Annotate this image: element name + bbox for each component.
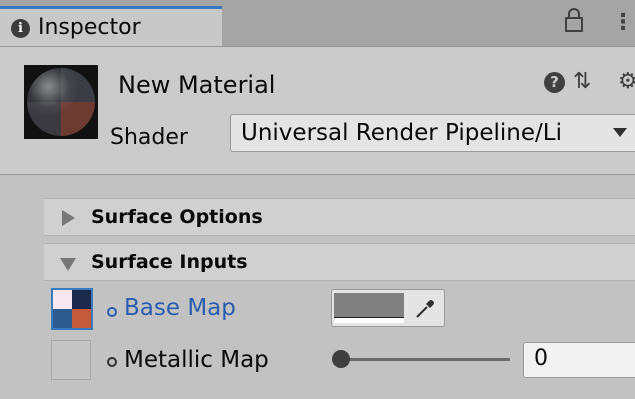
eyedropper-icon[interactable]: [414, 296, 438, 320]
material-preview: [24, 65, 98, 139]
metallic-value: 0: [534, 346, 548, 371]
base-map-label: Base Map: [124, 295, 236, 321]
base-map-row: Base Map: [0, 287, 635, 331]
metallic-slider-thumb[interactable]: [332, 350, 350, 368]
metallic-map-row: Metallic Map 0: [0, 337, 635, 381]
texture-quadrant: [53, 290, 72, 309]
expand-arrow-icon: [62, 210, 75, 226]
chevron-down-icon: [613, 128, 627, 137]
alpha-bar: [334, 317, 404, 323]
texture-quadrant: [72, 309, 91, 328]
info-icon: i: [11, 19, 30, 38]
section-surface-options[interactable]: Surface Options: [44, 198, 635, 236]
shader-dropdown[interactable]: Universal Render Pipeline/Li: [230, 114, 635, 152]
metallic-map-label: Metallic Map: [124, 347, 269, 373]
base-map-texture-slot[interactable]: [51, 288, 93, 330]
section-label: Surface Inputs: [91, 251, 248, 273]
shader-value: Universal Render Pipeline/Li: [241, 120, 562, 146]
object-picker-icon[interactable]: [107, 357, 117, 367]
texture-quadrant: [72, 290, 91, 309]
gear-icon[interactable]: ⚙: [618, 69, 635, 94]
object-picker-icon[interactable]: [107, 307, 117, 317]
tab-inspector[interactable]: i Inspector: [0, 6, 222, 46]
preset-icon[interactable]: ⇅: [573, 69, 591, 94]
metallic-value-field[interactable]: 0: [523, 342, 635, 378]
material-header: New Material ? ⇅ ⚙ Shader Universal Rend…: [0, 47, 635, 175]
color-swatch[interactable]: [334, 293, 404, 317]
tab-bar: i Inspector ⋮: [0, 0, 635, 47]
lock-icon[interactable]: [565, 8, 583, 32]
texture-quadrant: [53, 309, 72, 328]
base-color-field[interactable]: [331, 289, 445, 327]
kebab-menu-icon[interactable]: ⋮: [612, 12, 634, 34]
shader-label: Shader: [110, 125, 188, 150]
help-icon[interactable]: ?: [544, 72, 565, 93]
metallic-slider-track[interactable]: [340, 358, 510, 361]
material-sphere-preview: [27, 68, 95, 136]
section-label: Surface Options: [91, 206, 263, 228]
metallic-map-texture-slot[interactable]: [51, 340, 91, 380]
tab-label: Inspector: [38, 15, 141, 40]
material-name: New Material: [118, 71, 276, 99]
section-surface-inputs[interactable]: Surface Inputs: [44, 243, 635, 281]
collapse-arrow-icon: [60, 258, 76, 271]
